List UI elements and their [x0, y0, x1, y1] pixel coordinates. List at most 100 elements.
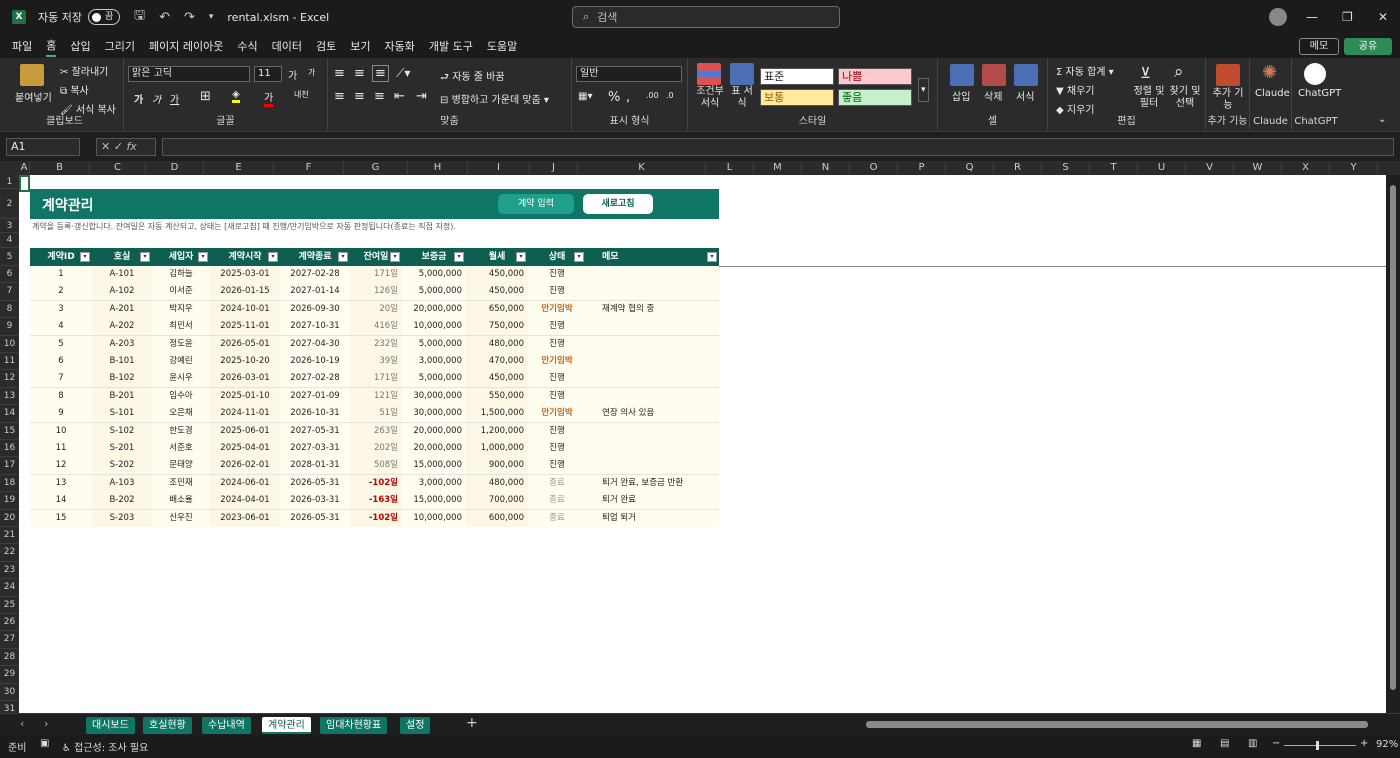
table-cell[interactable]: B-102 — [92, 370, 152, 388]
save-icon[interactable]: 🖫 — [134, 6, 145, 28]
table-cell[interactable]: 김하늘 — [152, 266, 210, 283]
add-contract-button[interactable]: 계약 입력 — [498, 194, 574, 214]
increase-decimal-icon[interactable]: .00 — [646, 91, 659, 100]
table-cell[interactable]: 조민재 — [152, 474, 210, 492]
style-normal[interactable]: 표준 — [760, 68, 834, 85]
table-cell[interactable]: 2026-05-31 — [280, 474, 350, 492]
filter-dropdown-icon[interactable]: ▾ — [80, 252, 90, 262]
table-cell[interactable]: S-201 — [92, 440, 152, 457]
table-cell[interactable]: 450,000 — [466, 283, 528, 301]
zoom-out-icon[interactable]: − — [1272, 738, 1280, 749]
table-cell[interactable]: 2024-10-01 — [210, 300, 280, 318]
chatgpt-icon[interactable] — [1304, 63, 1326, 85]
avatar[interactable] — [1269, 8, 1287, 26]
row-header-19[interactable]: 19 — [0, 492, 19, 510]
column-header-i[interactable]: I — [468, 161, 530, 175]
sheet-tab-6[interactable]: 설정 — [400, 717, 431, 734]
claude-icon[interactable]: ✺ — [1262, 62, 1277, 83]
table-cell[interactable]: 30,000,000 — [402, 405, 466, 423]
comma-icon[interactable]: , — [626, 90, 630, 105]
add-sheet-icon[interactable]: + — [466, 715, 478, 731]
table-cell[interactable]: S-202 — [92, 457, 152, 475]
menu-review[interactable]: 검토 — [316, 36, 336, 56]
table-cell[interactable]: 진행 — [528, 266, 586, 283]
column-header-b[interactable]: B — [30, 161, 90, 175]
insert-cells-button[interactable]: 삽입 — [952, 88, 970, 103]
table-cell[interactable]: 9 — [30, 405, 92, 423]
table-cell[interactable]: 4 — [30, 318, 92, 336]
row-header-3[interactable]: 3 — [0, 219, 19, 233]
vertical-scrollbar[interactable] — [1386, 175, 1400, 713]
column-header-d[interactable]: D — [146, 161, 204, 175]
table-cell[interactable]: 10 — [30, 422, 92, 440]
table-cell[interactable]: 최민서 — [152, 318, 210, 336]
filter-dropdown-icon[interactable]: ▾ — [390, 252, 400, 262]
table-cell[interactable]: 700,000 — [466, 492, 528, 510]
column-header-k[interactable]: K — [578, 161, 706, 175]
table-cell[interactable]: 1,200,000 — [466, 422, 528, 440]
table-cell[interactable]: 퇴거 완료 — [586, 492, 719, 510]
table-cell[interactable]: 39일 — [350, 353, 402, 370]
paste-button[interactable]: 붙여넣기 — [15, 89, 52, 104]
table-cell[interactable]: 30,000,000 — [402, 387, 466, 405]
row-header-13[interactable]: 13 — [0, 388, 19, 406]
format-cells-icon[interactable] — [1014, 64, 1038, 86]
table-cell[interactable]: B-101 — [92, 353, 152, 370]
table-cell[interactable]: 600,000 — [466, 509, 528, 527]
name-box[interactable]: A1 — [6, 138, 80, 156]
align-left-icon[interactable]: ≡ — [334, 89, 345, 104]
table-cell[interactable]: 750,000 — [466, 318, 528, 336]
menu-home[interactable]: 홈 — [46, 35, 57, 57]
align-bottom-icon[interactable]: ≡ — [372, 65, 389, 82]
row-header-28[interactable]: 28 — [0, 649, 19, 667]
table-cell[interactable] — [586, 370, 719, 388]
row-header-25[interactable]: 25 — [0, 597, 19, 614]
table-cell[interactable]: 2027-04-30 — [280, 335, 350, 353]
zoom-slider-thumb[interactable] — [1316, 741, 1319, 750]
vertical-scroll-thumb[interactable] — [1390, 185, 1396, 690]
decrease-indent-icon[interactable]: ⇤ — [394, 89, 405, 104]
column-header-h[interactable]: H — [408, 161, 468, 175]
table-cell[interactable]: 서준호 — [152, 440, 210, 457]
row-header-10[interactable]: 10 — [0, 336, 19, 353]
table-cell[interactable]: 2025-03-01 — [210, 266, 280, 283]
find-select-button[interactable]: 찾기 및 선택 — [1168, 86, 1202, 110]
menu-file[interactable]: 파일 — [12, 36, 32, 56]
table-cell[interactable]: A-202 — [92, 318, 152, 336]
table-cell[interactable]: 450,000 — [466, 266, 528, 283]
table-cell[interactable]: 1,000,000 — [466, 440, 528, 457]
table-cell[interactable]: 51일 — [350, 405, 402, 423]
row-header-16[interactable]: 16 — [0, 440, 19, 458]
table-cell[interactable] — [586, 422, 719, 440]
column-header-r[interactable]: R — [994, 161, 1042, 175]
table-cell[interactable]: 연장 의사 있음 — [586, 405, 719, 423]
column-header-v[interactable]: V — [1186, 161, 1234, 175]
table-cell[interactable]: 진행 — [528, 370, 586, 388]
font-size-select[interactable]: 11 — [254, 66, 282, 82]
table-cell[interactable]: 2 — [30, 283, 92, 301]
row-header-12[interactable]: 12 — [0, 370, 19, 388]
table-cell[interactable]: 2027-10-31 — [280, 318, 350, 336]
table-cell[interactable]: 2027-03-31 — [280, 440, 350, 457]
table-cell[interactable]: 퇴업 퇴거 — [586, 509, 719, 527]
table-cell[interactable]: 6 — [30, 353, 92, 370]
table-format-icon[interactable] — [730, 63, 754, 85]
table-cell[interactable]: 5,000,000 — [402, 283, 466, 301]
table-cell[interactable]: 진행 — [528, 318, 586, 336]
sheet-tab-3[interactable]: 수납내역 — [202, 717, 251, 734]
column-header-f[interactable]: F — [274, 161, 344, 175]
style-good[interactable]: 좋음 — [838, 89, 912, 106]
border-icon[interactable]: ⊞ — [200, 89, 211, 104]
row-header-26[interactable]: 26 — [0, 614, 19, 632]
column-header-g[interactable]: G — [344, 161, 408, 175]
row-header-23[interactable]: 23 — [0, 562, 19, 580]
column-header-x[interactable]: X — [1282, 161, 1330, 175]
table-cell[interactable]: A-201 — [92, 300, 152, 318]
column-header-u[interactable]: U — [1138, 161, 1186, 175]
column-header-l[interactable]: L — [706, 161, 754, 175]
table-cell[interactable]: 박지우 — [152, 300, 210, 318]
table-cell[interactable]: 171일 — [350, 266, 402, 283]
table-cell[interactable]: 3,000,000 — [402, 353, 466, 370]
sheet-tab-1[interactable]: 대시보드 — [86, 717, 135, 734]
collapse-ribbon-icon[interactable]: ⌄ — [1378, 114, 1386, 125]
